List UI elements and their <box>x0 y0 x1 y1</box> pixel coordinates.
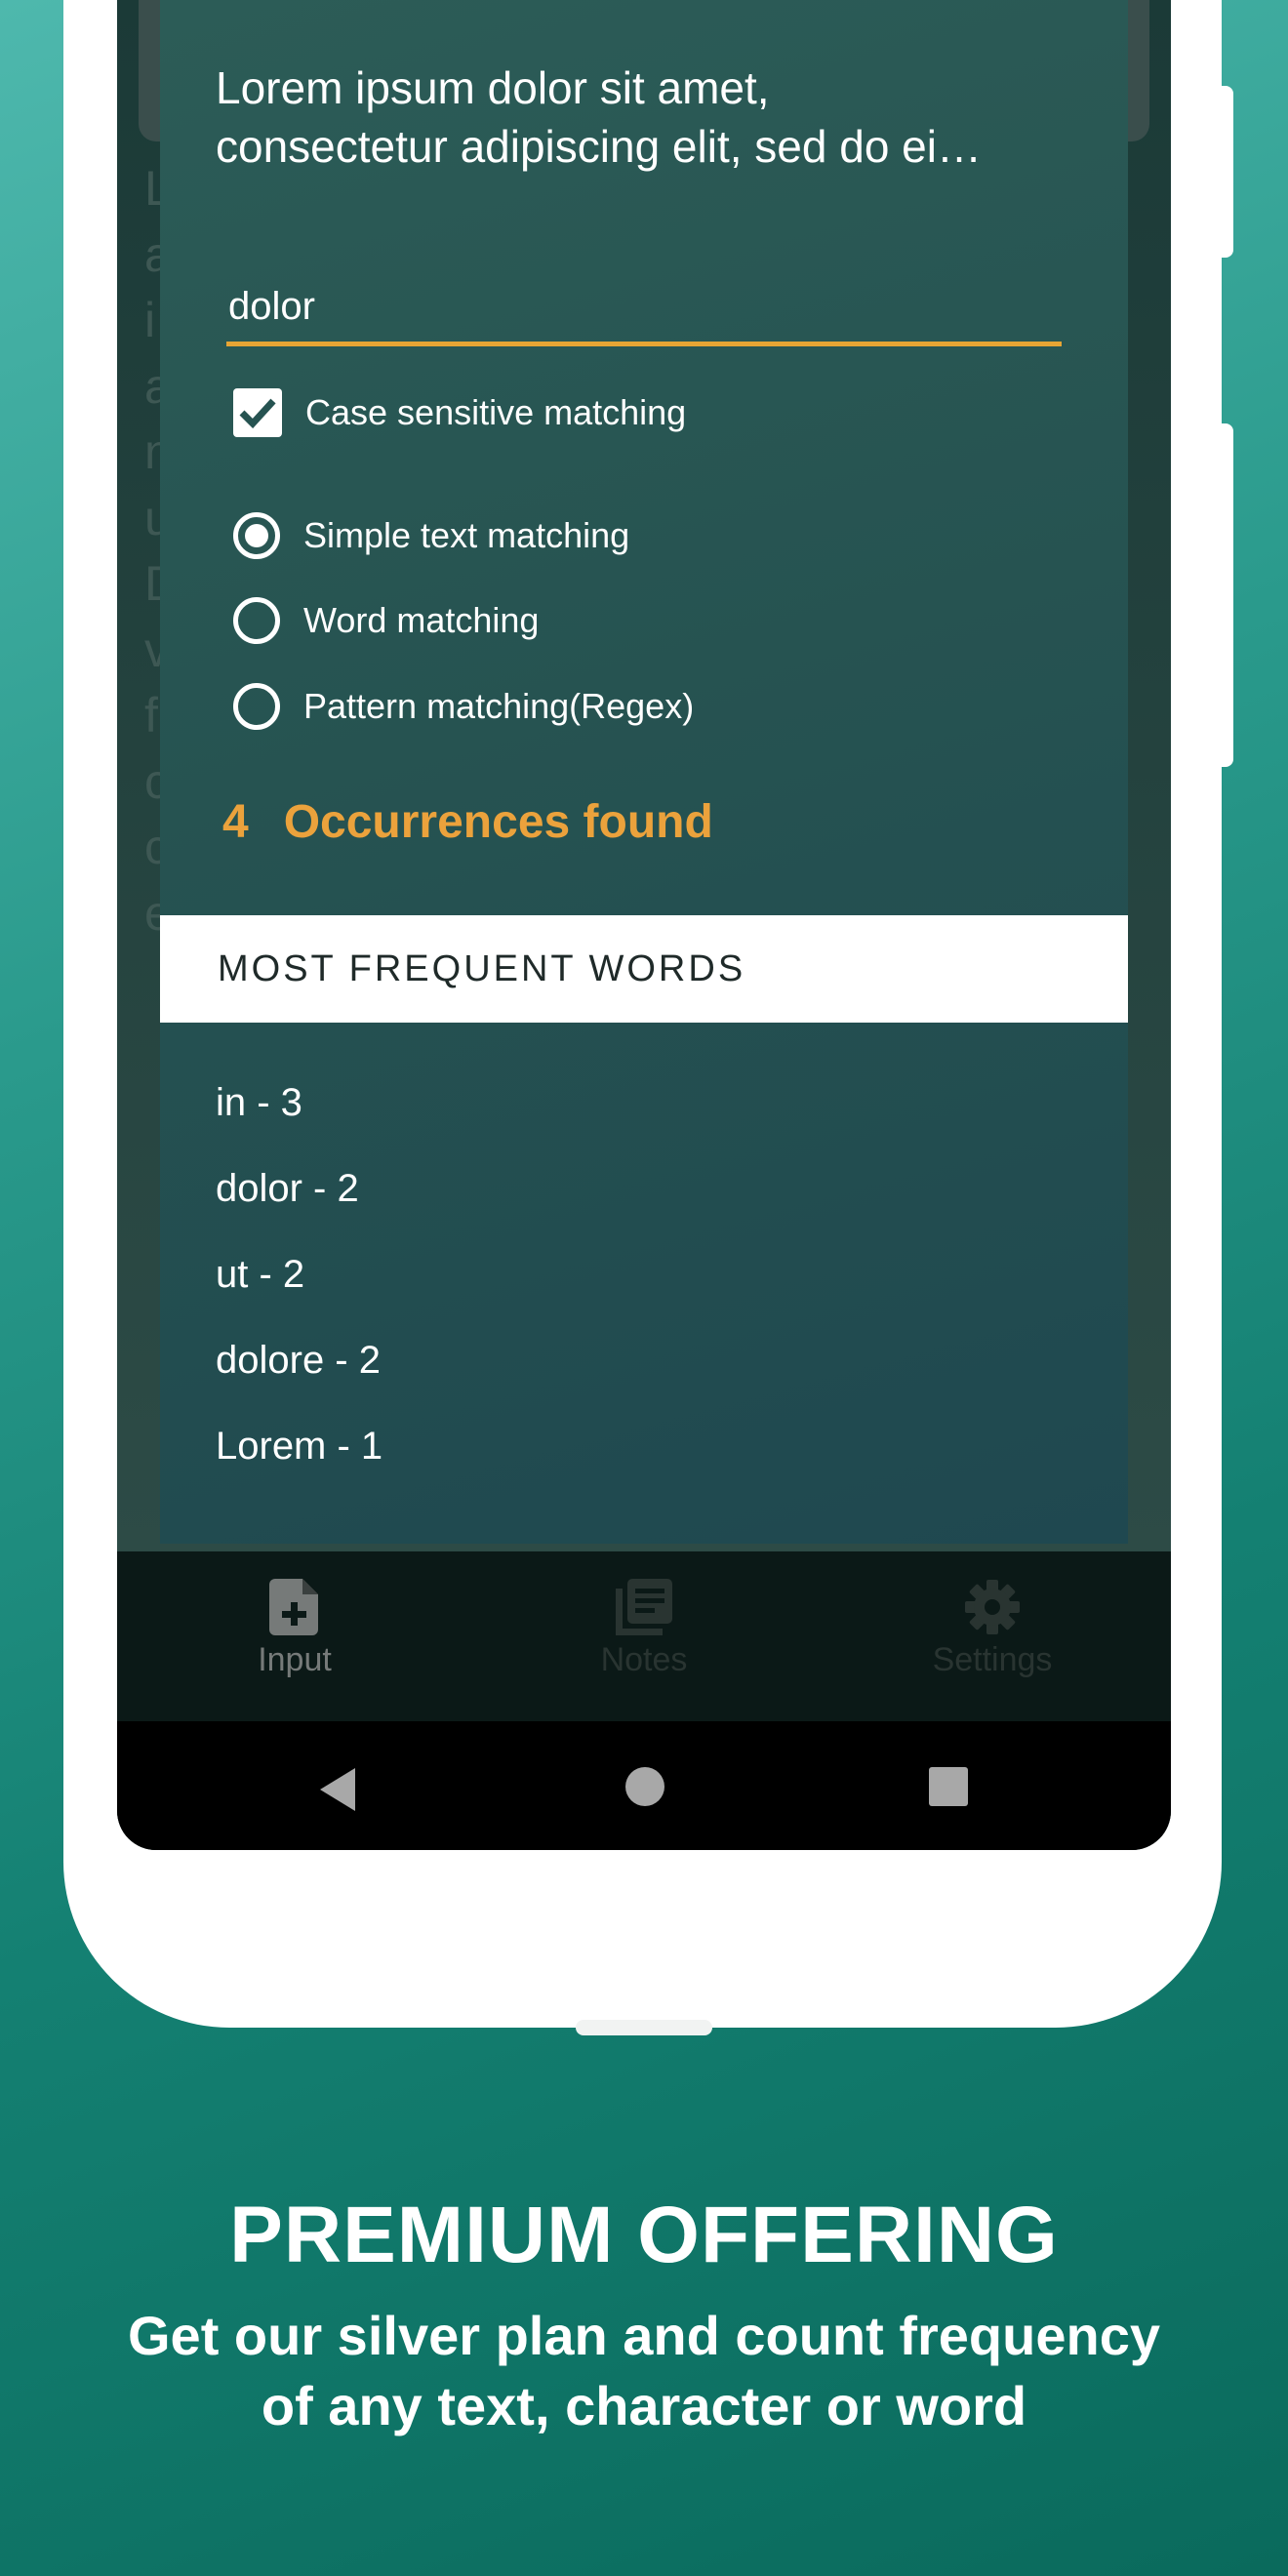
list-item: ut - 2 <box>216 1253 305 1296</box>
match-mode-label: Pattern matching(Regex) <box>303 686 695 726</box>
search-input[interactable] <box>226 271 1066 342</box>
text-search-dialog: Lorem ipsum dolor sit amet, consectetur … <box>160 0 1128 1544</box>
phone-volume-button <box>1220 86 1233 258</box>
nav-item-input[interactable]: Input <box>197 1579 392 1679</box>
search-field <box>226 271 1066 349</box>
most-frequent-header: MOST FREQUENT WORDS <box>160 915 1128 1023</box>
list-item: dolore - 2 <box>216 1339 381 1382</box>
nav-item-notes[interactable]: Notes <box>546 1579 742 1679</box>
home-icon[interactable] <box>624 1766 665 1807</box>
nav-label-settings: Settings <box>932 1641 1053 1678</box>
case-sensitive-label: Case sensitive matching <box>305 392 687 432</box>
nav-label-notes: Notes <box>600 1641 688 1678</box>
promo-subtitle-line: Get our silver plan and count frequency <box>128 2305 1160 2366</box>
match-mode-regex[interactable]: Pattern matching(Regex) <box>233 679 694 734</box>
radio-word[interactable] <box>233 597 280 644</box>
case-sensitive-option[interactable]: Case sensitive matching <box>233 385 686 440</box>
phone-side-button <box>1220 423 1233 767</box>
list-item: in - 3 <box>216 1081 302 1124</box>
preview-line: Lorem ipsum dolor sit amet, <box>216 62 770 113</box>
promo-title: PREMIUM OFFERING <box>229 2191 1059 2279</box>
occurrences-label: Occurrences found <box>283 796 713 848</box>
match-mode-label: Simple text matching <box>303 515 630 555</box>
radio-simple-text[interactable] <box>233 512 280 559</box>
occurrences-count: 4 <box>222 796 249 848</box>
preview-line: consectetur adipiscing elit, sed do ei… <box>216 121 982 172</box>
case-sensitive-checkbox[interactable] <box>233 388 282 437</box>
list-item: dolor - 2 <box>216 1167 359 1210</box>
gear-icon <box>965 1580 1020 1634</box>
library-books-icon <box>616 1579 672 1635</box>
promo-subtitle: Get our silver plan and count frequency … <box>0 2301 1288 2441</box>
radio-selected-dot <box>245 524 268 547</box>
match-mode-simple[interactable]: Simple text matching <box>233 508 629 563</box>
radio-regex[interactable] <box>233 683 280 730</box>
occurrences-result: 4 Occurrences found <box>222 795 713 849</box>
note-add-icon <box>269 1579 318 1635</box>
phone-speaker-grill <box>576 2020 712 2035</box>
nav-item-settings[interactable]: Settings <box>895 1579 1090 1679</box>
search-underline <box>226 342 1062 346</box>
nav-label-input: Input <box>258 1641 332 1678</box>
match-mode-word[interactable]: Word matching <box>233 593 539 648</box>
most-frequent-title: MOST FREQUENT WORDS <box>218 947 746 989</box>
back-icon[interactable] <box>316 1766 359 1813</box>
match-mode-label: Word matching <box>303 600 540 640</box>
recents-icon[interactable] <box>928 1766 969 1807</box>
text-preview: Lorem ipsum dolor sit amet, consectetur … <box>216 59 1074 176</box>
system-navigation-bar <box>117 1721 1171 1850</box>
check-icon <box>239 398 276 428</box>
frequent-words-list: in - 3 dolor - 2 ut - 2 dolore - 2 Lorem… <box>216 1073 382 1503</box>
phone-screen: L a i a n u D v f c c e Input Notes <box>117 0 1171 1850</box>
list-item: Lorem - 1 <box>216 1425 383 1468</box>
promo-subtitle-line: of any text, character or word <box>261 2375 1027 2436</box>
bottom-navigation: Input Notes Settings <box>117 1551 1171 1721</box>
